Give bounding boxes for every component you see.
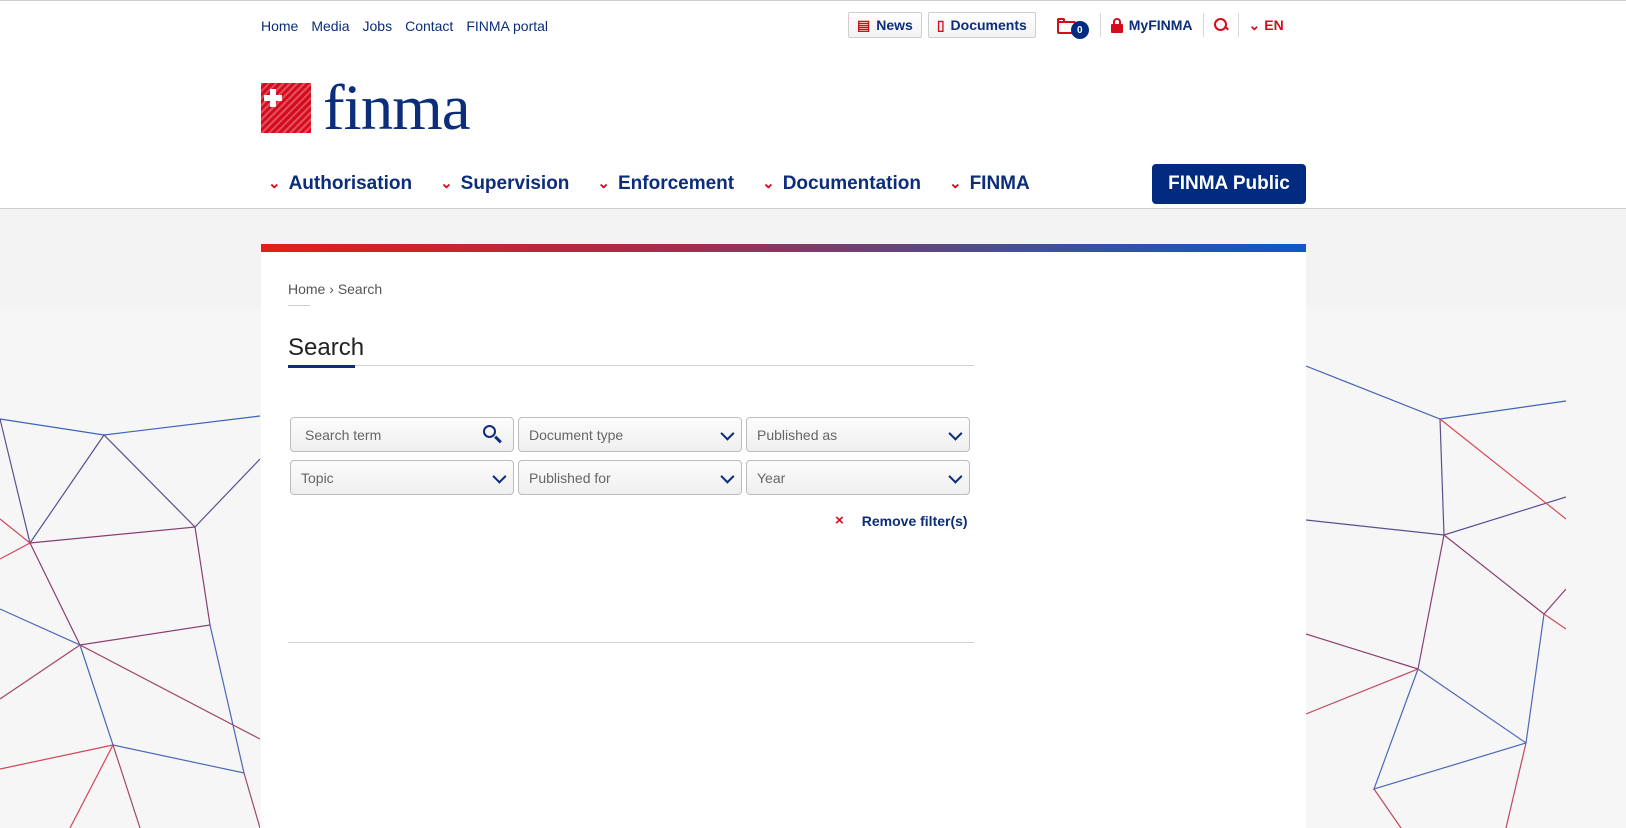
breadcrumb-separator: › bbox=[329, 281, 334, 297]
nav-item-finma[interactable]: ⌄ FINMA bbox=[949, 173, 1030, 195]
remove-filters-label: Remove filter(s) bbox=[861, 512, 968, 529]
remove-filters-button[interactable]: × Remove filter(s) bbox=[835, 512, 968, 529]
utility-link-jobs[interactable]: Jobs bbox=[363, 18, 393, 34]
published-as-label: Published as bbox=[757, 426, 838, 443]
chevron-down-icon: ⌄ bbox=[440, 175, 453, 192]
nav-item-label: Enforcement bbox=[617, 173, 735, 194]
color-stripe bbox=[261, 244, 1306, 252]
nav-item-label: Documentation bbox=[782, 173, 921, 194]
year-select[interactable]: Year bbox=[746, 460, 970, 495]
document-type-select[interactable]: Document type bbox=[518, 417, 742, 452]
topic-select[interactable]: Topic bbox=[290, 460, 514, 495]
utility-link-contact[interactable]: Contact bbox=[405, 18, 453, 34]
myfinma-button[interactable]: MyFINMA bbox=[1110, 17, 1193, 33]
published-for-select[interactable]: Published for bbox=[518, 460, 742, 495]
finma-public-button[interactable]: FINMA Public bbox=[1152, 164, 1306, 204]
chevron-down-icon: ⌄ bbox=[268, 175, 281, 192]
year-label: Year bbox=[757, 469, 786, 486]
quick-tools: ▤ News ▯ Documents 0 MyFINMA ⌄ EN bbox=[848, 12, 1284, 39]
chevron-down-icon: ⌄ bbox=[597, 175, 610, 192]
chevron-down-icon: ⌄ bbox=[762, 175, 775, 192]
breadcrumb-underline bbox=[288, 305, 310, 306]
utility-link-finma-portal[interactable]: FINMA portal bbox=[466, 18, 548, 34]
utility-link-home[interactable]: Home bbox=[261, 18, 298, 34]
page-title: Search bbox=[288, 334, 365, 361]
topic-label: Topic bbox=[301, 469, 334, 486]
title-rule bbox=[288, 365, 974, 366]
chevron-down-icon bbox=[720, 426, 735, 441]
breadcrumb: Home › Search bbox=[288, 281, 382, 297]
nav-item-label: FINMA bbox=[969, 173, 1030, 194]
close-icon: × bbox=[835, 512, 844, 529]
logo-wordmark: finma bbox=[323, 72, 471, 144]
breadcrumb-current: Search bbox=[337, 281, 383, 297]
search-icon[interactable] bbox=[483, 424, 503, 445]
swiss-flag-icon bbox=[261, 83, 311, 133]
finma-logo[interactable]: finma bbox=[261, 72, 471, 144]
site-header: Home Media Jobs Contact FINMA portal ▤ N… bbox=[0, 0, 1626, 209]
decorative-network-right bbox=[1306, 309, 1566, 828]
news-label: News bbox=[876, 17, 913, 33]
documents-label: Documents bbox=[950, 17, 1027, 33]
language-switcher[interactable]: ⌄ EN bbox=[1249, 17, 1284, 34]
language-label: EN bbox=[1264, 17, 1284, 33]
separator bbox=[1237, 13, 1239, 37]
cart-button[interactable]: 0 bbox=[1056, 13, 1090, 39]
published-for-label: Published for bbox=[529, 469, 611, 486]
decorative-network-left bbox=[0, 309, 260, 828]
separator bbox=[1202, 13, 1204, 37]
nav-item-supervision[interactable]: ⌄ Supervision bbox=[440, 173, 569, 195]
published-as-select[interactable]: Published as bbox=[746, 417, 970, 452]
documents-button[interactable]: ▯ Documents bbox=[927, 12, 1036, 38]
filter-row: Search term Document type Published as bbox=[290, 417, 974, 452]
chevron-down-icon bbox=[492, 469, 507, 484]
search-input[interactable]: Search term bbox=[290, 417, 514, 452]
nav-item-documentation[interactable]: ⌄ Documentation bbox=[762, 173, 921, 195]
chevron-down-icon: ⌄ bbox=[948, 175, 962, 192]
nav-item-label: Authorisation bbox=[288, 173, 413, 194]
lock-icon bbox=[1110, 17, 1123, 33]
document-icon: ▯ bbox=[936, 16, 945, 33]
breadcrumb-home[interactable]: Home bbox=[288, 281, 325, 297]
chevron-down-icon bbox=[720, 469, 735, 484]
chevron-down-icon: ⌄ bbox=[1248, 16, 1261, 33]
search-placeholder: Search term bbox=[305, 426, 382, 443]
document-type-label: Document type bbox=[529, 426, 624, 443]
search-icon[interactable] bbox=[1213, 18, 1229, 32]
nav-item-authorisation[interactable]: ⌄ Authorisation bbox=[268, 173, 412, 195]
separator bbox=[1099, 13, 1101, 37]
utility-link-media[interactable]: Media bbox=[311, 18, 349, 34]
chevron-down-icon bbox=[948, 469, 963, 484]
title-underline bbox=[288, 365, 355, 368]
myfinma-label: MyFINMA bbox=[1128, 17, 1193, 33]
nav-item-enforcement[interactable]: ⌄ Enforcement bbox=[597, 173, 734, 195]
utility-nav: Home Media Jobs Contact FINMA portal bbox=[261, 18, 548, 34]
content-card: Home › Search Search Search term Documen… bbox=[261, 252, 1306, 828]
search-filters: Search term Document type Published as T… bbox=[290, 417, 974, 503]
news-icon: ▤ bbox=[857, 16, 871, 33]
main-nav: ⌄ Authorisation ⌄ Supervision ⌄ Enforcem… bbox=[268, 173, 1030, 195]
chevron-down-icon bbox=[948, 426, 963, 441]
cart-count-badge: 0 bbox=[1070, 21, 1089, 39]
filter-row: Topic Published for Year bbox=[290, 460, 974, 495]
nav-item-label: Supervision bbox=[460, 173, 570, 194]
news-button[interactable]: ▤ News bbox=[848, 12, 922, 38]
results-divider bbox=[288, 642, 974, 643]
